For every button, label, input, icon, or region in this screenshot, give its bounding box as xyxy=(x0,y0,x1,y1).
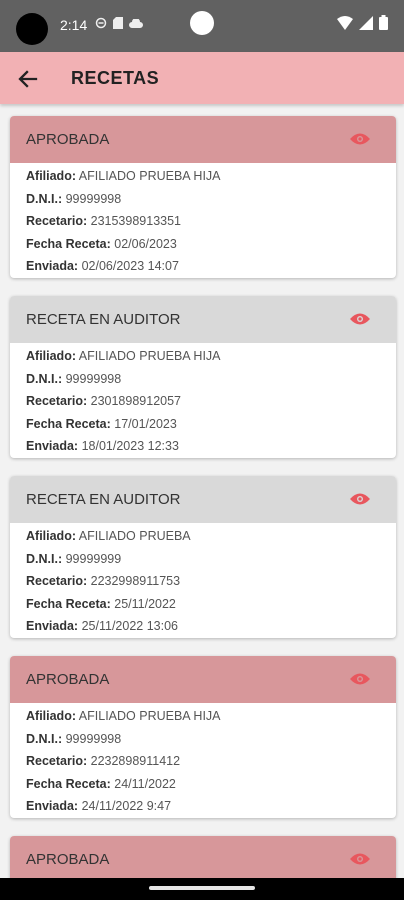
sd-card-icon xyxy=(113,17,123,32)
enviada-value: 24/11/2022 9:47 xyxy=(81,799,172,813)
afiliado-row: Afiliado: AFILIADO PRUEBA xyxy=(26,525,396,548)
app-bar: RECETAS xyxy=(0,52,404,104)
afiliado-value: AFILIADO PRUEBA HIJA xyxy=(78,709,221,723)
recetario-row: Recetario: 2315398913351 xyxy=(26,210,396,233)
enviada-label: Enviada: xyxy=(26,259,79,273)
page-title: RECETAS xyxy=(71,68,160,88)
status-label: APROBADA xyxy=(26,671,110,688)
receta-card[interactable]: APROBADA Afiliado: AFILIADO PRUEBA HIJA … xyxy=(10,656,396,818)
fecha-row: Fecha Receta: 02/06/2023 xyxy=(26,233,396,256)
afiliado-label: Afiliado: xyxy=(26,529,76,543)
card-header-auditor[interactable]: RECETA EN AUDITOR xyxy=(10,296,396,343)
enviada-value: 18/01/2023 12:33 xyxy=(81,439,179,453)
enviada-row: Enviada: 24/11/2022 9:47 xyxy=(26,795,396,818)
recetario-row: Recetario: 2301898912057 xyxy=(26,390,396,413)
card-header-aprobada[interactable]: APROBADA xyxy=(10,116,396,163)
battery-icon xyxy=(379,15,388,35)
status-label: RECETA EN AUDITOR xyxy=(26,311,181,328)
signal-icon xyxy=(359,15,373,35)
recetario-label: Recetario: xyxy=(26,214,88,228)
recetas-list[interactable]: APROBADA Afiliado: AFILIADO PRUEBA HIJA … xyxy=(0,104,404,878)
fecha-value: 02/06/2023 xyxy=(114,236,177,251)
status-label: APROBADA xyxy=(26,851,110,868)
dni-row: D.N.I.: 99999998 xyxy=(26,368,396,391)
afiliado-row: Afiliado: AFILIADO PRUEBA HIJA xyxy=(26,705,396,728)
dni-value: 99999998 xyxy=(65,191,122,206)
dni-label: D.N.I.: xyxy=(26,731,63,746)
recetario-label: Recetario: xyxy=(26,574,88,588)
cloud-icon xyxy=(129,17,143,32)
fecha-label: Fecha Receta: xyxy=(26,596,111,611)
card-header-auditor[interactable]: RECETA EN AUDITOR xyxy=(10,476,396,523)
recetario-row: Recetario: 2232898911412 xyxy=(26,750,396,773)
status-label: APROBADA xyxy=(26,131,110,148)
status-time: 2:14 xyxy=(60,17,88,33)
dni-label: D.N.I.: xyxy=(26,371,63,386)
recetario-row: Recetario: 2232998911753 xyxy=(26,570,396,593)
afiliado-label: Afiliado: xyxy=(26,709,76,723)
card-header-aprobada[interactable]: APROBADA xyxy=(10,836,396,878)
sync-icon xyxy=(95,17,107,32)
afiliado-value: AFILIADO PRUEBA xyxy=(78,529,191,543)
fecha-label: Fecha Receta: xyxy=(26,776,111,791)
receta-card[interactable]: RECETA EN AUDITOR Afiliado: AFILIADO PRU… xyxy=(10,476,396,638)
recetario-label: Recetario: xyxy=(26,754,88,768)
dni-label: D.N.I.: xyxy=(26,551,63,566)
status-icons-left xyxy=(95,17,143,32)
recetario-value: 2232898911412 xyxy=(90,754,181,768)
arrow-back-icon xyxy=(18,70,38,88)
fecha-row: Fecha Receta: 25/11/2022 xyxy=(26,593,396,616)
eye-icon[interactable] xyxy=(350,491,370,507)
fecha-value: 17/01/2023 xyxy=(114,416,177,431)
card-header-aprobada[interactable]: APROBADA xyxy=(10,656,396,703)
status-bar: 2:14 xyxy=(0,0,404,52)
enviada-label: Enviada: xyxy=(26,619,79,633)
recetario-value: 2315398913351 xyxy=(90,214,181,228)
status-label: RECETA EN AUDITOR xyxy=(26,491,181,508)
receta-card[interactable]: APROBADA Afiliado: AFILIADO PRUEBA HIJA … xyxy=(10,116,396,278)
receta-card[interactable]: APROBADA xyxy=(10,836,396,878)
fecha-label: Fecha Receta: xyxy=(26,416,111,431)
dni-value: 99999998 xyxy=(65,731,122,746)
eye-icon[interactable] xyxy=(350,131,370,147)
fecha-row: Fecha Receta: 24/11/2022 xyxy=(26,773,396,796)
enviada-row: Enviada: 18/01/2023 12:33 xyxy=(26,435,396,458)
front-camera xyxy=(190,11,214,35)
enviada-label: Enviada: xyxy=(26,799,79,813)
recetario-value: 2232998911753 xyxy=(90,574,181,588)
eye-icon[interactable] xyxy=(350,851,370,867)
afiliado-row: Afiliado: AFILIADO PRUEBA HIJA xyxy=(26,345,396,368)
recetario-label: Recetario: xyxy=(26,394,88,408)
status-icons-right xyxy=(337,15,388,35)
afiliado-row: Afiliado: AFILIADO PRUEBA HIJA xyxy=(26,165,396,188)
enviada-label: Enviada: xyxy=(26,439,79,453)
wifi-icon xyxy=(337,15,353,35)
eye-icon[interactable] xyxy=(350,311,370,327)
fecha-value: 25/11/2022 xyxy=(114,596,176,611)
afiliado-label: Afiliado: xyxy=(26,169,76,183)
fecha-label: Fecha Receta: xyxy=(26,236,111,251)
eye-icon[interactable] xyxy=(350,671,370,687)
recetario-value: 2301898912057 xyxy=(90,394,181,408)
fecha-row: Fecha Receta: 17/01/2023 xyxy=(26,413,396,436)
enviada-row: Enviada: 02/06/2023 14:07 xyxy=(26,255,396,278)
enviada-value: 02/06/2023 14:07 xyxy=(81,259,179,273)
camera-dot xyxy=(16,13,48,45)
dni-row: D.N.I.: 99999998 xyxy=(26,188,396,211)
afiliado-value: AFILIADO PRUEBA HIJA xyxy=(78,169,221,183)
back-button[interactable] xyxy=(14,65,42,93)
dni-label: D.N.I.: xyxy=(26,191,63,206)
receta-card[interactable]: RECETA EN AUDITOR Afiliado: AFILIADO PRU… xyxy=(10,296,396,458)
home-indicator[interactable] xyxy=(149,886,255,890)
enviada-row: Enviada: 25/11/2022 13:06 xyxy=(26,615,396,638)
dni-value: 99999998 xyxy=(65,371,122,386)
dni-row: D.N.I.: 99999998 xyxy=(26,728,396,751)
navigation-bar xyxy=(0,878,404,900)
enviada-value: 25/11/2022 13:06 xyxy=(81,619,178,633)
fecha-value: 24/11/2022 xyxy=(114,776,176,791)
dni-value: 99999999 xyxy=(65,551,122,566)
afiliado-label: Afiliado: xyxy=(26,349,76,363)
afiliado-value: AFILIADO PRUEBA HIJA xyxy=(78,349,221,363)
dni-row: D.N.I.: 99999999 xyxy=(26,548,396,571)
